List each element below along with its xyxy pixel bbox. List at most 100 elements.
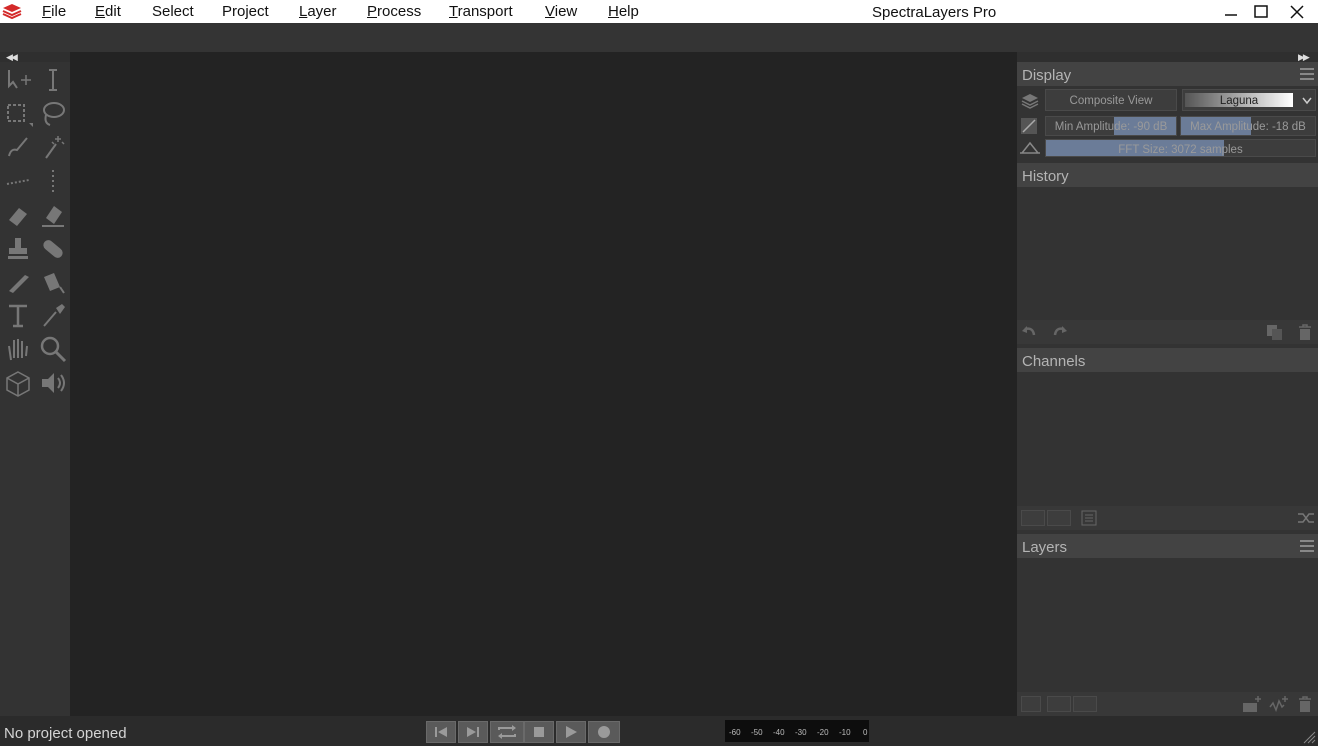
meter-tick: -20 — [817, 728, 829, 737]
3d-view-icon[interactable] — [3, 368, 33, 398]
chevron-down-icon — [1302, 97, 1312, 105]
menu-layer-label: ayer — [307, 3, 337, 20]
resize-grip-icon[interactable] — [1300, 728, 1316, 744]
heal-icon[interactable] — [38, 234, 68, 264]
display-title: Display — [1022, 67, 1072, 84]
min-amplitude-label: Min Amplitude: -90 dB — [1054, 121, 1168, 133]
zoom-icon[interactable] — [38, 334, 68, 364]
add-layer-icon[interactable] — [1242, 695, 1262, 713]
channels-footer — [1017, 506, 1318, 530]
menu-process[interactable]: Process — [367, 0, 421, 23]
layers-menu-icon[interactable] — [1300, 540, 1314, 552]
text-icon[interactable] — [3, 300, 33, 330]
skip-forward-icon — [467, 727, 479, 737]
max-amplitude-slider[interactable]: Max Amplitude: -18 dB — [1180, 116, 1316, 136]
fft-size-label: FFT Size: 3072 samples — [1118, 144, 1243, 156]
move-tool-icon[interactable] — [3, 66, 33, 96]
layers-title: Layers — [1022, 539, 1068, 556]
meter-tick: 0 — [863, 728, 868, 737]
meter-tick: -40 — [773, 728, 785, 737]
channels-solo-button[interactable] — [1047, 510, 1071, 526]
harmonics-icon[interactable] — [38, 166, 68, 196]
menu-process-label: rocess — [377, 3, 422, 20]
delete-history-icon[interactable] — [1297, 324, 1313, 341]
menu-view-label: iew — [554, 3, 578, 20]
colormap-select[interactable]: Laguna — [1182, 89, 1316, 111]
menu-select[interactable]: Select — [152, 0, 194, 23]
lasso-icon[interactable] — [38, 99, 68, 129]
menu-edit-mnemonic: E — [95, 3, 106, 20]
minimize-icon[interactable] — [1222, 3, 1240, 21]
redo-icon[interactable] — [1052, 325, 1068, 339]
brush-select-icon[interactable] — [3, 132, 33, 162]
channels-mute-button[interactable] — [1021, 510, 1045, 526]
hand-icon[interactable] — [3, 334, 33, 364]
menu-transport-mnemonic: T — [449, 3, 458, 20]
eraser-icon[interactable] — [3, 200, 33, 230]
menu-view[interactable]: View — [545, 0, 577, 23]
record-button[interactable] — [588, 721, 620, 743]
menu-edit[interactable]: Edit — [95, 0, 121, 23]
amplitude-eraser-icon[interactable] — [38, 200, 68, 230]
add-audio-layer-icon[interactable] — [1269, 695, 1289, 713]
menu-file-label: ile — [51, 3, 67, 20]
layers-solo-button[interactable] — [1073, 696, 1097, 712]
menu-help-mnemonic: H — [608, 3, 619, 20]
colormap-label: Laguna — [1185, 93, 1293, 107]
display-menu-icon[interactable] — [1300, 68, 1314, 80]
loop-button[interactable] — [490, 721, 524, 743]
history-panel-header: History — [1017, 163, 1318, 187]
rectangle-select-icon[interactable] — [3, 99, 33, 129]
play-button[interactable] — [556, 721, 586, 743]
play-icon — [566, 726, 577, 738]
layer-home-button[interactable] — [1021, 696, 1041, 712]
display-panel-header: Display — [1017, 62, 1318, 86]
magic-wand-icon[interactable] — [38, 132, 68, 162]
duplicate-icon[interactable] — [1266, 324, 1284, 340]
stop-button[interactable] — [524, 721, 554, 743]
channels-panel-header: Channels — [1017, 348, 1318, 372]
menu-project[interactable]: Project — [222, 0, 269, 23]
layers-stack-icon — [1021, 94, 1039, 109]
frequency-select-icon[interactable] — [3, 166, 33, 196]
layers-mute-button[interactable] — [1047, 696, 1071, 712]
max-amplitude-label: Max Amplitude: -18 dB — [1190, 121, 1306, 133]
menu-view-mnemonic: V — [545, 3, 555, 20]
fill-icon[interactable] — [38, 267, 68, 297]
history-footer — [1017, 320, 1318, 344]
menu-project-label: Project — [222, 3, 269, 20]
eyedropper-icon[interactable] — [38, 300, 68, 330]
channel-list-icon[interactable] — [1081, 510, 1097, 526]
delete-layer-icon[interactable] — [1297, 696, 1313, 713]
menu-layer[interactable]: Layer — [299, 0, 337, 23]
pencil-icon[interactable] — [3, 267, 33, 297]
meter-tick: -10 — [839, 728, 851, 737]
menu-edit-label: dit — [105, 3, 121, 20]
skip-back-button[interactable] — [426, 721, 456, 743]
main-canvas[interactable] — [70, 52, 1017, 716]
history-title: History — [1022, 168, 1069, 185]
menu-select-label: Select — [152, 3, 194, 20]
clone-stamp-icon[interactable] — [3, 234, 33, 264]
speaker-icon[interactable] — [38, 368, 68, 398]
composite-view-button[interactable]: Composite View — [1045, 89, 1177, 111]
undo-icon[interactable] — [1021, 325, 1037, 339]
options-toolbar — [0, 23, 1318, 52]
skip-forward-button[interactable] — [458, 721, 488, 743]
stop-icon — [534, 727, 544, 737]
menu-file[interactable]: File — [42, 0, 66, 23]
record-icon — [598, 726, 610, 738]
meter-tick: -50 — [751, 728, 763, 737]
layers-footer — [1017, 692, 1318, 716]
maximize-icon[interactable] — [1252, 3, 1270, 21]
menu-transport[interactable]: Transport — [449, 0, 513, 23]
menu-transport-label: ransport — [457, 3, 513, 20]
time-selection-icon[interactable] — [38, 66, 68, 96]
close-icon[interactable] — [1288, 3, 1306, 21]
menu-help[interactable]: Help — [608, 0, 639, 23]
fft-size-slider[interactable]: FFT Size: 3072 samples — [1045, 139, 1316, 157]
amplitude-range-icon — [1021, 118, 1037, 134]
right-panel: Display Composite View Laguna Min Amplit… — [1017, 62, 1318, 716]
shuffle-icon[interactable] — [1297, 511, 1315, 525]
min-amplitude-slider[interactable]: Min Amplitude: -90 dB — [1045, 116, 1177, 136]
